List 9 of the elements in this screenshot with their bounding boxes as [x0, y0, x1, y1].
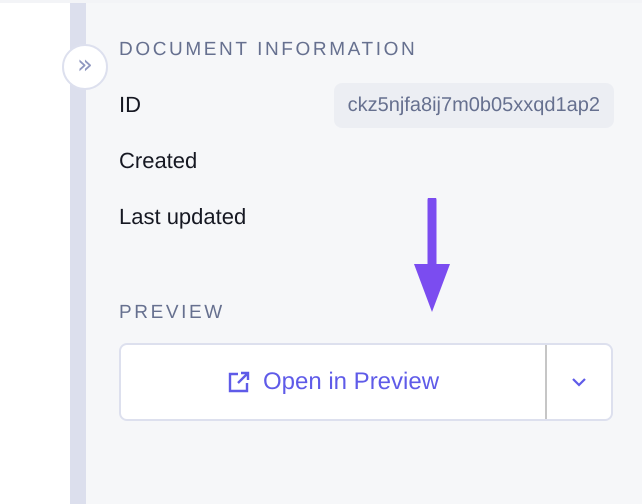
- chevron-down-icon: [571, 377, 587, 387]
- section-heading: DOCUMENT INFORMATION: [119, 39, 418, 61]
- id-value: ckz5njfa8ij7m0b05xxqd1ap2: [334, 82, 614, 128]
- field-label: ID: [119, 92, 141, 118]
- collapse-toggle-button[interactable]: »: [62, 44, 108, 90]
- external-link-icon: [226, 370, 251, 394]
- field-label: Created: [119, 148, 198, 174]
- section-heading: PREVIEW: [119, 302, 226, 324]
- field-label: Last updated: [119, 204, 246, 230]
